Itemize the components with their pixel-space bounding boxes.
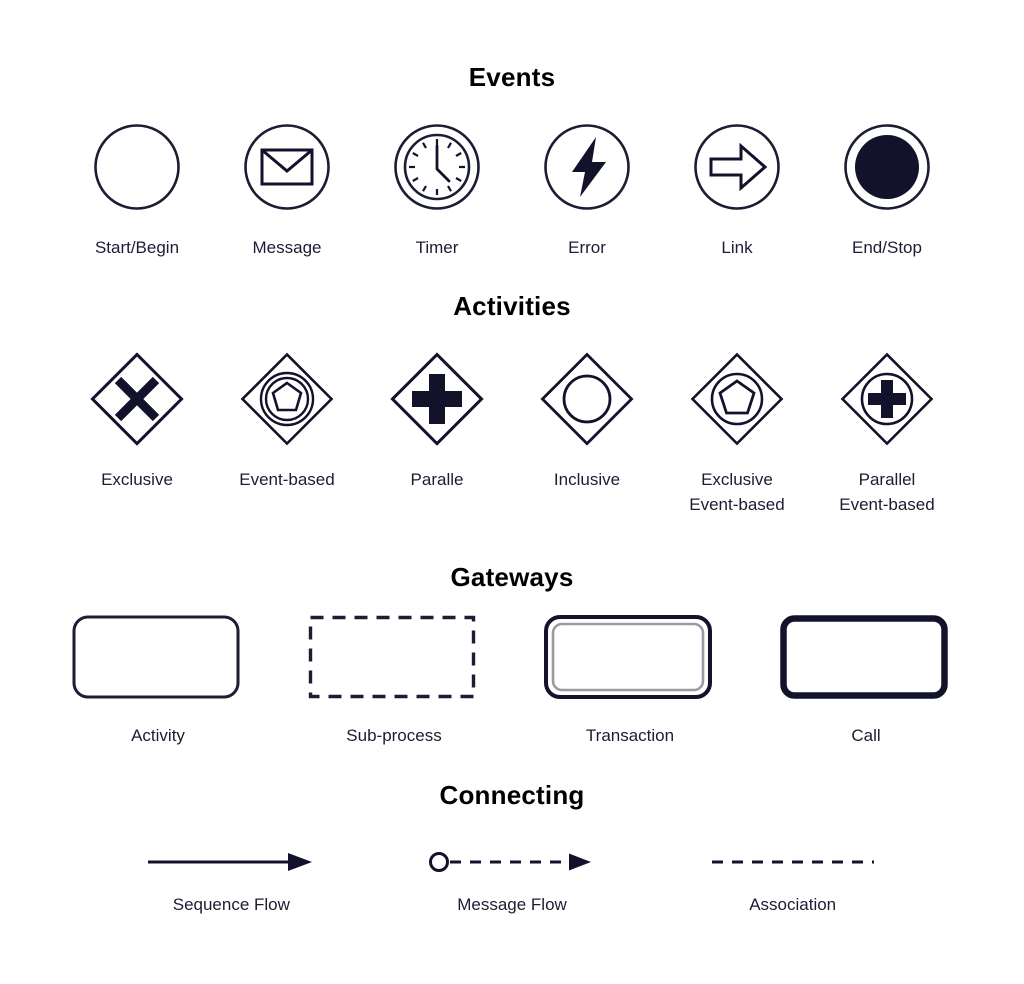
legend-label: Sub-process [346, 726, 442, 745]
legend-label: Message Flow [457, 895, 567, 914]
legend-item-parallel-event-based: Parallel Event-based [812, 338, 962, 517]
legend-label: Call [851, 726, 881, 745]
parallel-gateway-plus-icon [385, 338, 489, 460]
exclusive-event-based-gateway-pentagon-icon [685, 338, 789, 460]
end-event-filled-circle-icon [839, 108, 935, 226]
legend-item-activity: Activity [40, 612, 276, 749]
legend-item-end-stop: End/Stop [812, 108, 962, 261]
legend-item-exclusive: Exclusive [62, 338, 212, 493]
legend-item-transaction: Transaction [512, 612, 748, 749]
legend-item-timer: Timer [362, 108, 512, 261]
subprocess-dashed-rect-icon [308, 612, 480, 706]
sequence-flow-solid-arrow-icon [146, 845, 316, 879]
legend-item-sub-process: Sub-process [276, 612, 512, 749]
legend-item-start-begin: Start/Begin [62, 108, 212, 261]
legend-label: End/Stop [852, 238, 922, 257]
timer-event-clock-icon [389, 108, 485, 226]
legend-label: Activity [131, 726, 185, 745]
message-flow-dashed-arrow-icon [427, 845, 597, 879]
link-event-arrow-icon [689, 108, 785, 226]
legend-label: Exclusive Event-based [689, 470, 785, 514]
legend-item-sequence-flow: Sequence Flow [91, 845, 372, 918]
legend-item-link: Link [662, 108, 812, 261]
event-based-gateway-double-circle-pentagon-icon [235, 338, 339, 460]
section-title-events: Events [468, 62, 556, 92]
activity-rounded-rect-icon [72, 612, 244, 706]
parallel-event-based-gateway-plus-circle-icon [835, 338, 939, 460]
bpmn-notation-legend: Events Start/Begin Message Timer Error L… [0, 0, 1024, 984]
legend-item-error: Error [512, 108, 662, 261]
legend-label: Timer [415, 238, 459, 257]
legend-item-call: Call [748, 612, 984, 749]
inclusive-gateway-circle-icon [535, 338, 639, 460]
legend-item-association: Association [652, 845, 933, 918]
legend-label: Sequence Flow [172, 895, 290, 914]
legend-label: Link [721, 238, 753, 257]
connecting-row: Sequence Flow Message Flow Association [91, 845, 933, 918]
legend-label: Association [749, 895, 837, 914]
legend-label: Inclusive [553, 470, 621, 489]
error-event-lightning-icon [539, 108, 635, 226]
legend-label: Transaction [585, 726, 675, 745]
legend-label: Message [252, 238, 322, 257]
call-activity-thick-rect-icon [780, 612, 952, 706]
legend-item-message: Message [212, 108, 362, 261]
legend-item-paralle: Paralle [362, 338, 512, 493]
legend-item-exclusive-event-based: Exclusive Event-based [662, 338, 812, 517]
association-dashed-line-icon [708, 845, 878, 879]
exclusive-gateway-x-icon [85, 338, 189, 460]
legend-item-message-flow: Message Flow [372, 845, 653, 918]
events-row: Start/Begin Message Timer Error Link End… [62, 108, 962, 261]
section-title-gateways: Gateways [450, 562, 574, 592]
legend-label: Event-based [239, 470, 335, 489]
section-title-connecting: Connecting [439, 780, 585, 810]
legend-label: Exclusive [101, 470, 173, 489]
legend-label: Error [568, 238, 606, 257]
section-title-activities: Activities [453, 291, 571, 321]
legend-label: Paralle [410, 470, 464, 489]
transaction-double-border-rect-icon [544, 612, 716, 706]
gateways-row: Activity Sub-process Transaction Call [40, 612, 984, 749]
message-event-envelope-icon [239, 108, 335, 226]
activities-row: Exclusive Event-based Paralle Inclusive … [62, 338, 962, 517]
start-event-circle-icon [89, 108, 185, 226]
legend-label: Parallel Event-based [839, 470, 935, 514]
legend-item-inclusive: Inclusive [512, 338, 662, 493]
legend-item-event-based: Event-based [212, 338, 362, 493]
legend-label: Start/Begin [94, 238, 180, 257]
